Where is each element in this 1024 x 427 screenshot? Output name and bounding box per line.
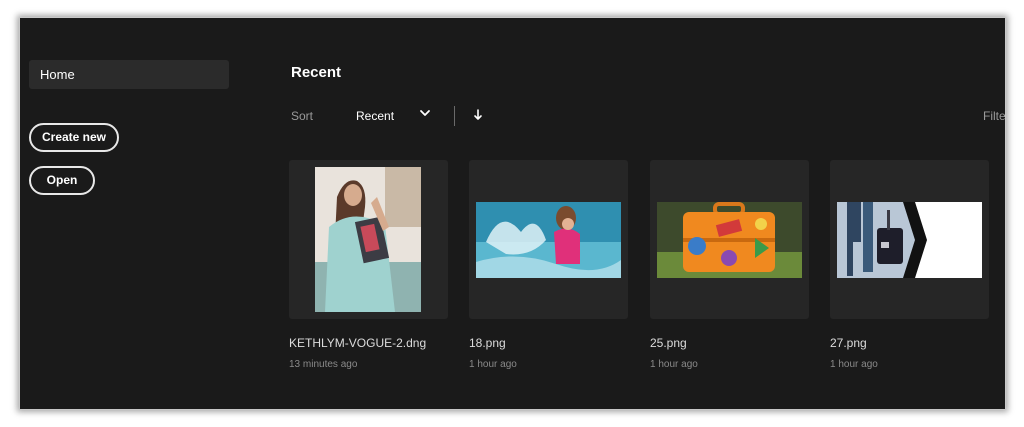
file-timestamp: 13 minutes ago (289, 359, 358, 370)
sort-label: Sort (291, 109, 314, 123)
file-name[interactable]: 25.png (650, 336, 687, 350)
open-button[interactable]: Open (29, 166, 95, 195)
file-thumbnail (657, 202, 802, 278)
file-timestamp: 1 hour ago (830, 359, 878, 370)
chevron-down-icon[interactable] (418, 106, 432, 120)
file-thumbnail (476, 202, 621, 278)
file-card[interactable] (289, 160, 448, 319)
sidebar-item-home[interactable]: Home (29, 60, 229, 89)
app-window: Home Create new Open Recent Sort Recent … (19, 17, 1006, 410)
file-card[interactable] (650, 160, 809, 319)
file-name[interactable]: 18.png (469, 336, 506, 350)
arrow-down-icon[interactable] (471, 107, 485, 123)
file-card[interactable] (830, 160, 989, 319)
filter-button[interactable]: Filte (983, 109, 1005, 123)
file-card[interactable] (469, 160, 628, 319)
file-timestamp: 1 hour ago (650, 359, 698, 370)
page-title: Recent (291, 64, 342, 81)
sort-dropdown[interactable]: Recent (356, 109, 394, 123)
file-name[interactable]: KETHLYM-VOGUE-2.dng (289, 336, 426, 350)
file-timestamp: 1 hour ago (469, 359, 517, 370)
file-thumbnail (315, 167, 421, 312)
create-new-button[interactable]: Create new (29, 123, 119, 152)
file-thumbnail (837, 202, 982, 278)
toolbar-divider (454, 106, 455, 126)
file-name[interactable]: 27.png (830, 336, 867, 350)
